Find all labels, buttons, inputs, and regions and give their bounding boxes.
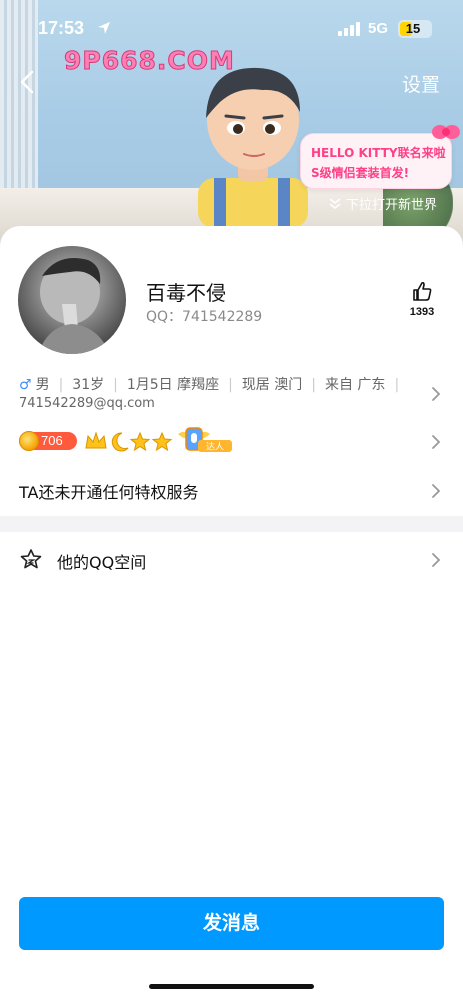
male-symbol-icon: ♂ [19, 377, 32, 393]
status-time: 17:53 [38, 18, 85, 38]
send-message-button[interactable]: 发消息 [19, 897, 444, 950]
level-badge: 706 [19, 431, 77, 451]
like-count: 1393 [409, 306, 435, 318]
separator: | [113, 377, 118, 393]
profile-page: 17:53 5G 15 9P668.COM 设置 HELLO KITTY联名来啦… [0, 0, 463, 1000]
profile-info-row[interactable]: ♂ 男 | 31岁 | 1月5日 摩羯座 | 现居 澳门 | 来自 广东 | 741542289@q… [0, 368, 463, 418]
profile-card: 百毒不侵 QQ：741542289 1393 ♂ 男 | 31岁 | 1月5日 摩羯座 | 现… [0, 226, 463, 1000]
daren-badge-icon: 达人 [178, 427, 232, 453]
location-arrow-icon [98, 22, 110, 34]
separator: | [311, 377, 316, 393]
birthday-text: 1月5日 摩羯座 [126, 377, 220, 393]
battery-level: 15 [405, 21, 421, 36]
qzone-row[interactable]: 他的QQ空间 [0, 544, 463, 576]
current-city-text: 现居 澳门 [241, 377, 303, 393]
signal-icon [338, 22, 360, 36]
daren-label: 达人 [206, 441, 224, 453]
privilege-row[interactable]: TA还未开通任何特权服务 [0, 476, 463, 506]
qzone-label: 他的QQ空间 [57, 553, 147, 572]
qq-number: QQ：741542289 [146, 309, 263, 325]
star-icon [20, 549, 42, 569]
chevron-right-icon [432, 387, 441, 401]
thumbs-up-icon[interactable] [411, 280, 433, 302]
pull-down-hint: 下拉打开新世界 [346, 198, 438, 213]
watermark-text: 9P668.COM [64, 46, 235, 76]
home-indicator[interactable] [149, 984, 314, 989]
profile-banner[interactable]: 17:53 5G 15 9P668.COM 设置 HELLO KITTY联名来啦… [0, 0, 463, 250]
badge-row[interactable]: 706 达人 [0, 426, 463, 458]
double-chevron-down-icon [329, 198, 341, 210]
network-type: 5G [368, 20, 389, 37]
level-number: 706 [41, 433, 63, 448]
privilege-text: TA还未开通任何特权服务 [19, 483, 199, 502]
gender-text: 男 [35, 377, 50, 393]
promo-text: HELLO KITTY联名来啦 S级情侣套装首发! [311, 146, 446, 180]
level-coin-icon [19, 431, 39, 451]
back-icon[interactable] [14, 68, 42, 96]
avatar[interactable] [18, 246, 126, 354]
separator: | [58, 377, 64, 393]
chevron-right-icon [432, 553, 441, 567]
avatar-image [18, 246, 126, 354]
hometown-text: 来自 广东 [324, 377, 386, 393]
battery-icon: 15 [398, 20, 432, 38]
section-divider [0, 516, 463, 532]
email-text: 741542289@qq.com [19, 396, 155, 411]
profile-name: 百毒不侵 [146, 281, 226, 305]
grade-icons [85, 431, 173, 452]
chevron-right-icon [432, 435, 441, 449]
promo-bubble[interactable]: HELLO KITTY联名来啦 S级情侣套装首发! [300, 133, 452, 189]
settings-button[interactable]: 设置 [402, 70, 440, 97]
separator: | [228, 377, 233, 393]
separator: | [394, 377, 400, 393]
chevron-right-icon [432, 484, 441, 498]
bow-icon [432, 125, 460, 139]
profile-info-line: ♂ 男 | 31岁 | 1月5日 摩羯座 | 现居 澳门 | 来自 广东 | [19, 374, 408, 394]
age-text: 31岁 [72, 377, 105, 393]
